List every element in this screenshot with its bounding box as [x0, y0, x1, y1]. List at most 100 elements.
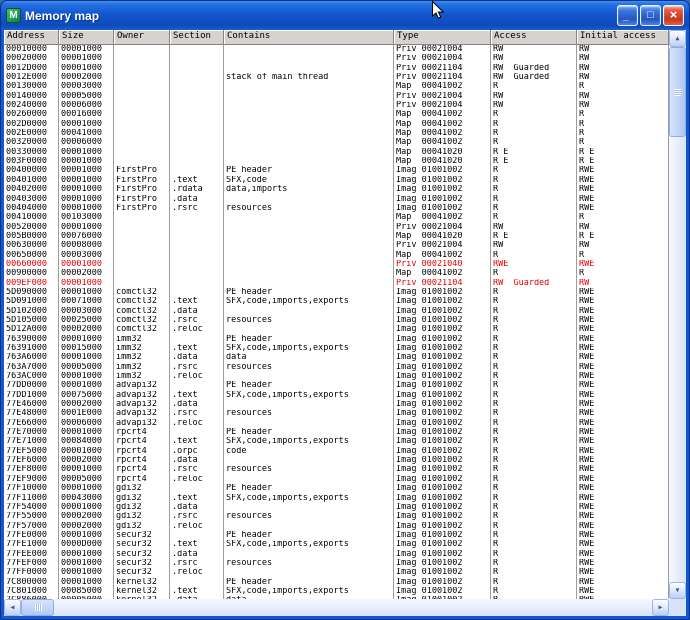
- memory-row[interactable]: 009EF000 00001000 Priv 00021104 RW Guard…: [4, 279, 669, 288]
- memory-row[interactable]: 77FE0000 00001000 secur32 PE header Imag…: [4, 531, 669, 540]
- cell-size: 00006000: [59, 419, 114, 428]
- memory-row[interactable]: 00630000 00008000 Priv 00021004 RW RW: [4, 241, 669, 250]
- cell-access: RW Guarded: [491, 73, 577, 82]
- memory-row[interactable]: 76390000 00001000 imm32 PE header Imag 0…: [4, 335, 669, 344]
- memory-row[interactable]: 002D0000 00001000 Map 00041002 R R: [4, 120, 669, 129]
- cell-type: Map 00041002: [394, 213, 491, 222]
- cell-owner: [114, 64, 170, 73]
- memory-row[interactable]: 77EF8000 00001000 rpcrt4 .rsrc resources…: [4, 465, 669, 474]
- memory-row[interactable]: 00320000 00006000 Map 00041002 R R: [4, 138, 669, 147]
- memory-row[interactable]: 763A7000 00005000 imm32 .rsrc resources …: [4, 363, 669, 372]
- memory-row[interactable]: 77F54000 00001000 gdi32 .data Imag 01001…: [4, 503, 669, 512]
- memory-row[interactable]: 77E46000 00002000 advapi32 .data Imag 01…: [4, 400, 669, 409]
- memory-row[interactable]: 00260000 00016000 Map 00041002 R R: [4, 110, 669, 119]
- cell-type: Imag 01001002: [394, 372, 491, 381]
- cell-owner: rpcrt4: [114, 465, 170, 474]
- memory-row[interactable]: 77FEE000 00001000 secur32 .data Imag 010…: [4, 550, 669, 559]
- cell-initial-access: RWE: [577, 447, 669, 456]
- memory-row[interactable]: 763AC000 00001000 imm32 .reloc Imag 0100…: [4, 372, 669, 381]
- memory-row[interactable]: 002E0000 00041000 Map 00041002 R R: [4, 129, 669, 138]
- cell-type: Imag 01001002: [394, 475, 491, 484]
- cell-section: [170, 260, 224, 269]
- cell-access: R: [491, 325, 577, 334]
- cell-access: R: [491, 251, 577, 260]
- memory-row[interactable]: 005B0000 00076000 Map 00041020 R E R E: [4, 232, 669, 241]
- horizontal-scrollbar-thumb[interactable]: [21, 599, 54, 616]
- scroll-down-icon[interactable]: ▼: [669, 582, 686, 599]
- memory-row[interactable]: 77F57000 00002000 gdi32 .reloc Imag 0100…: [4, 522, 669, 531]
- scroll-up-icon[interactable]: ▲: [669, 30, 686, 47]
- column-header-size[interactable]: Size: [59, 30, 114, 45]
- horizontal-scrollbar[interactable]: ◀ ▶: [4, 599, 669, 616]
- memory-row[interactable]: 77F10000 00001000 gdi32 PE header Imag 0…: [4, 484, 669, 493]
- app-icon[interactable]: M: [6, 8, 21, 23]
- column-header-access[interactable]: Access: [491, 30, 577, 45]
- memory-row[interactable]: 0012E000 00002000 stack of main thread P…: [4, 73, 669, 82]
- maximize-button[interactable]: □: [640, 5, 661, 26]
- memory-row[interactable]: 77E70000 00001000 rpcrt4 PE header Imag …: [4, 428, 669, 437]
- memory-row[interactable]: 77E71000 00084000 rpcrt4 .text SFX,code,…: [4, 437, 669, 446]
- column-header-address[interactable]: Address: [4, 30, 59, 45]
- memory-row[interactable]: 00240000 00006000 Priv 00021004 RW RW: [4, 101, 669, 110]
- memory-row[interactable]: 00520000 00001000 Priv 00021004 RW RW: [4, 223, 669, 232]
- memory-row[interactable]: 00404000 00001000 FirstPro .rsrc resourc…: [4, 204, 669, 213]
- column-header-section[interactable]: Section: [170, 30, 224, 45]
- memory-row[interactable]: 00330000 00001000 Map 00041020 R E R E: [4, 148, 669, 157]
- memory-row[interactable]: 77E48000 0001E000 advapi32 .rsrc resourc…: [4, 409, 669, 418]
- memory-row[interactable]: 77F11000 00043000 gdi32 .text SFX,code,i…: [4, 494, 669, 503]
- memory-row[interactable]: 00020000 00001000 Priv 00021004 RW RW: [4, 54, 669, 63]
- memory-row[interactable]: 5D091000 00071000 comctl32 .text SFX,cod…: [4, 297, 669, 306]
- memory-row[interactable]: 00660000 00001000 Priv 00021040 RWE RWE: [4, 260, 669, 269]
- cell-size: 00001000: [59, 288, 114, 297]
- memory-row[interactable]: 00400000 00001000 FirstPro PE header Ima…: [4, 166, 669, 175]
- memory-row[interactable]: 5D12A000 00002000 comctl32 .reloc Imag 0…: [4, 325, 669, 334]
- memory-row[interactable]: 00650000 00003000 Map 00041002 R R: [4, 251, 669, 260]
- memory-row[interactable]: 77EF5000 00001000 rpcrt4 .orpc code Imag…: [4, 447, 669, 456]
- memory-row[interactable]: 7C800000 00001000 kernel32 PE header Ima…: [4, 578, 669, 587]
- memory-row[interactable]: 00130000 00003000 Map 00041002 R R: [4, 82, 669, 91]
- memory-row[interactable]: 77EF9000 00005000 rpcrt4 .reloc Imag 010…: [4, 475, 669, 484]
- scroll-right-icon[interactable]: ▶: [652, 599, 669, 616]
- column-header-type[interactable]: Type: [394, 30, 491, 45]
- cell-access: R E: [491, 232, 577, 241]
- memory-row[interactable]: 00402000 00001000 FirstPro .rdata data,i…: [4, 185, 669, 194]
- minimize-button[interactable]: _: [617, 5, 638, 26]
- memory-row[interactable]: 763A6000 00001000 imm32 .data data Imag …: [4, 353, 669, 362]
- cell-section: [170, 213, 224, 222]
- close-icon: ×: [670, 8, 678, 21]
- memory-row[interactable]: 003F0000 00001000 Map 00041020 R E R E: [4, 157, 669, 166]
- memory-row[interactable]: 00900000 00002000 Map 00041002 R R: [4, 269, 669, 278]
- memory-row[interactable]: 5D105000 00025000 comctl32 .rsrc resourc…: [4, 316, 669, 325]
- memory-row[interactable]: 77FEF000 00001000 secur32 .rsrc resource…: [4, 559, 669, 568]
- memory-row[interactable]: 77DD1000 00075000 advapi32 .text SFX,cod…: [4, 391, 669, 400]
- memory-row[interactable]: 00401000 00001000 FirstPro .text SFX,cod…: [4, 176, 669, 185]
- memory-row[interactable]: 77EF6000 00002000 rpcrt4 .data Imag 0100…: [4, 456, 669, 465]
- column-header-contains[interactable]: Contains: [224, 30, 394, 45]
- column-header-initial-access[interactable]: Initial access: [577, 30, 669, 45]
- column-header-owner[interactable]: Owner: [114, 30, 170, 45]
- memory-row[interactable]: 76391000 00015000 imm32 .text SFX,code,i…: [4, 344, 669, 353]
- vertical-scrollbar-thumb[interactable]: [669, 47, 686, 137]
- cell-initial-access: RWE: [577, 456, 669, 465]
- cell-size: 00006000: [59, 101, 114, 110]
- cell-section: [170, 129, 224, 138]
- memory-row[interactable]: 00403000 00001000 FirstPro .data Imag 01…: [4, 195, 669, 204]
- memory-row[interactable]: 77FE1000 0000D000 secur32 .text SFX,code…: [4, 540, 669, 549]
- memory-row[interactable]: 00010000 00001000 Priv 00021004 RW RW: [4, 45, 669, 54]
- memory-row[interactable]: 5D102000 00003000 comctl32 .data Imag 01…: [4, 307, 669, 316]
- memory-row[interactable]: 0012D000 00001000 Priv 00021104 RW Guard…: [4, 64, 669, 73]
- cell-address: 00900000: [4, 269, 59, 278]
- memory-row[interactable]: 7C801000 00085000 kernel32 .text SFX,cod…: [4, 587, 669, 596]
- scroll-left-icon[interactable]: ◀: [4, 599, 21, 616]
- cell-contains: [224, 503, 394, 512]
- memory-row[interactable]: 00410000 00103000 Map 00041002 R R: [4, 213, 669, 222]
- memory-row[interactable]: 00140000 00005000 Priv 00021004 RW RW: [4, 92, 669, 101]
- vertical-scrollbar[interactable]: ▲ ▼: [669, 30, 686, 599]
- close-button[interactable]: ×: [663, 5, 684, 26]
- memory-row[interactable]: 77F55000 00002000 gdi32 .rsrc resources …: [4, 512, 669, 521]
- memory-row[interactable]: 77DD0000 00001000 advapi32 PE header Ima…: [4, 381, 669, 390]
- memory-row[interactable]: 5D090000 00001000 comctl32 PE header Ima…: [4, 288, 669, 297]
- memory-row[interactable]: 77E66000 00006000 advapi32 .reloc Imag 0…: [4, 419, 669, 428]
- memory-row[interactable]: 77FF0000 00001000 secur32 .reloc Imag 01…: [4, 568, 669, 577]
- titlebar[interactable]: M Memory map _ □ ×: [1, 1, 689, 30]
